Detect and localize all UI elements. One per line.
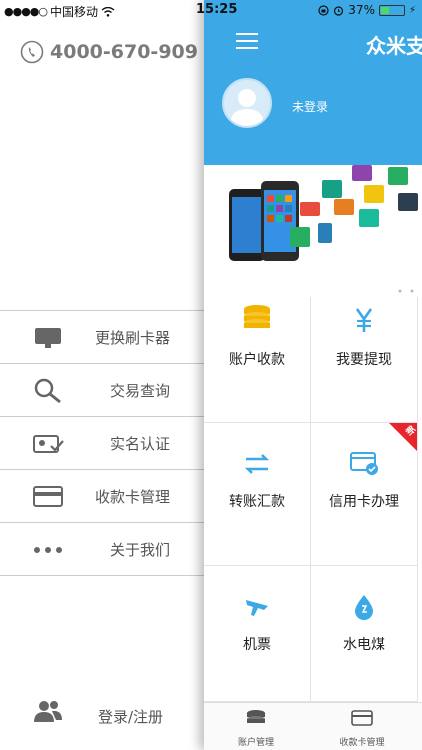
drawer-menu: 更换刷卡器 交易查询 实名认证 收款卡管理 关于我们: [0, 310, 204, 576]
users-icon: [34, 701, 62, 722]
hotline[interactable]: 4000-670-909: [20, 40, 198, 64]
login-register-button[interactable]: 登录/注册: [0, 696, 204, 736]
bank-card-icon: [33, 486, 63, 507]
account-stack-icon: [247, 710, 265, 723]
grid-label: 我要提现: [336, 352, 392, 368]
app-screen: ●●●●○ 中国移动 15:25 37% ⚡ 4000-670-909 更换刷卡…: [0, 0, 422, 750]
menu-label: 更换刷卡器: [94, 328, 170, 347]
battery-percent: 37%: [348, 3, 375, 17]
grid-label: 账户收款: [229, 352, 285, 368]
tab-label: 收款卡管理: [339, 738, 385, 748]
yen-icon: [355, 308, 373, 332]
alarm-icon: [334, 5, 344, 16]
tab-receiving-card[interactable]: 收款卡管理: [310, 703, 414, 750]
signal-icon: ●●●●○: [4, 5, 48, 18]
tab-label: 账户管理: [237, 738, 274, 748]
airplane-icon: [246, 600, 268, 616]
hotline-number: 4000-670-909: [50, 41, 198, 63]
status-bar: ●●●●○ 中国移动 15:25 37% ⚡: [0, 0, 422, 20]
transfer-arrows-icon: [244, 454, 270, 474]
menu-toggle-icon[interactable]: [236, 33, 258, 49]
grid-item-flight[interactable]: 机票: [204, 566, 311, 702]
menu-label: 收款卡管理: [94, 487, 170, 506]
status-time: 15:25: [196, 2, 238, 17]
card-icon: [351, 710, 373, 726]
app-title: 众米支: [366, 34, 422, 58]
coins-stack-icon: [244, 305, 270, 328]
more-dots-icon: [34, 547, 62, 553]
search-icon: [34, 378, 61, 404]
user-silhouette-icon: [230, 89, 264, 126]
credit-card-icon: [350, 452, 378, 475]
status-right: 37% ⚡: [318, 3, 416, 17]
battery-icon: [378, 4, 405, 16]
promo-banner[interactable]: [204, 165, 422, 297]
login-label: 登录/注册: [98, 708, 164, 726]
header: 众米支 未登录: [204, 0, 422, 165]
grid-item-utilities[interactable]: 水电煤: [311, 566, 418, 702]
grid-label: 信用卡办理: [329, 494, 399, 510]
menu-item-change-reader[interactable]: 更换刷卡器: [0, 311, 204, 364]
battery-fill: [380, 6, 390, 14]
grid-item-transfer[interactable]: 转账汇款: [204, 423, 311, 566]
menu-label: 关于我们: [109, 540, 170, 559]
tab-account-management[interactable]: 账户管理: [204, 703, 308, 750]
main-panel: 众米支 未登录 账户收款 我要提现 转账汇款 信用卡办理 新 机票 水电煤 账户…: [204, 0, 422, 750]
carrier-name: 中国移动: [50, 5, 99, 19]
service-grid: 账户收款 我要提现 转账汇款 信用卡办理 新 机票 水电煤: [204, 297, 422, 702]
menu-label: 实名认证: [109, 434, 170, 453]
bottom-tab-bar: 账户管理 收款卡管理: [204, 702, 422, 750]
login-status[interactable]: 未登录: [292, 98, 328, 115]
grid-label: 机票: [243, 637, 271, 653]
avatar[interactable]: [222, 78, 272, 128]
grid-item-credit-card[interactable]: 信用卡办理 新: [311, 423, 418, 566]
wifi-icon: [101, 6, 115, 17]
grid-label: 水电煤: [343, 637, 385, 653]
menu-item-about-us[interactable]: 关于我们: [0, 523, 204, 576]
status-left: ●●●●○ 中国移动: [4, 3, 115, 20]
menu-item-real-name-auth[interactable]: 实名认证: [0, 417, 204, 470]
charging-icon: ⚡: [408, 4, 416, 16]
side-drawer: 4000-670-909 更换刷卡器 交易查询 实名认证 收款卡管理 关于我们: [0, 0, 204, 750]
phone-icon: [20, 40, 44, 64]
grid-item-withdraw[interactable]: 我要提现: [311, 297, 418, 423]
banner-illustration: [229, 165, 418, 293]
menu-label: 交易查询: [109, 381, 170, 400]
card-reader-icon: [35, 328, 61, 348]
id-card-verify-icon: [33, 435, 64, 453]
menu-item-receiving-card[interactable]: 收款卡管理: [0, 470, 204, 523]
menu-item-transaction-query[interactable]: 交易查询: [0, 364, 204, 417]
grid-label: 转账汇款: [229, 494, 285, 510]
water-drop-icon: [355, 595, 373, 620]
lock-rotation-icon: [318, 4, 329, 16]
grid-item-account-receive[interactable]: 账户收款: [204, 297, 311, 423]
